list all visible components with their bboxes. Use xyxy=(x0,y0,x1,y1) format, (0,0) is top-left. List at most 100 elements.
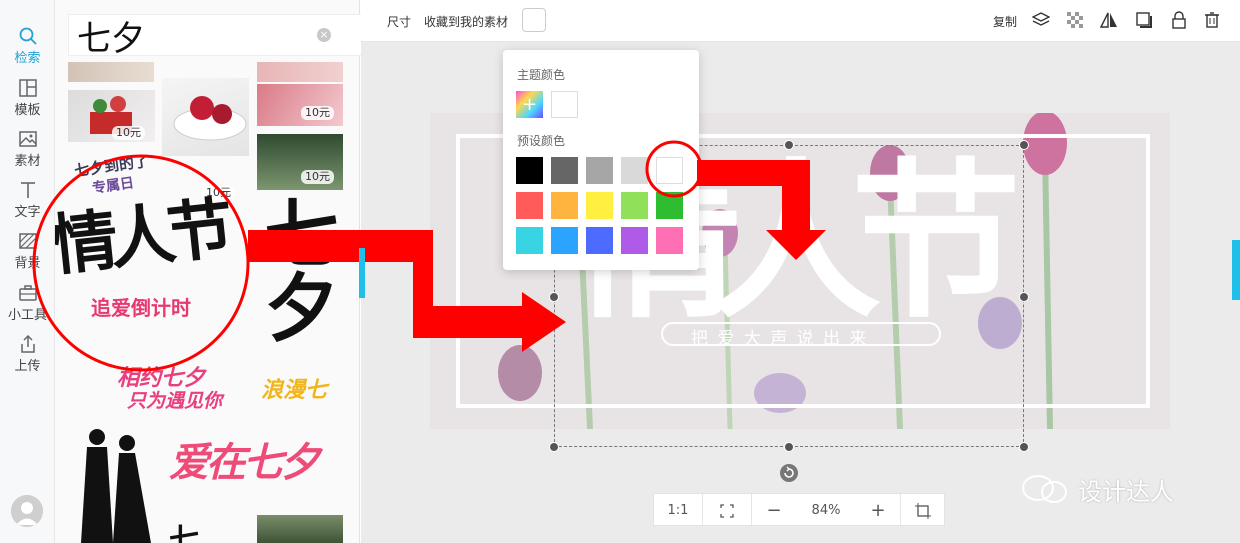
shadow-icon[interactable] xyxy=(1135,11,1153,29)
search-box: × xyxy=(68,14,398,56)
sticker-qixi-calligraphy[interactable]: 七夕 xyxy=(260,195,345,365)
clear-search-icon[interactable]: × xyxy=(317,28,331,42)
nav-label-search: 检索 xyxy=(14,51,41,66)
lock-icon[interactable] xyxy=(1170,11,1188,29)
nav-item-background[interactable]: 背景 xyxy=(0,231,55,279)
nav-item-templates[interactable]: 模板 xyxy=(0,78,55,126)
transparency-icon[interactable] xyxy=(1066,11,1084,29)
nav-label-background: 背景 xyxy=(14,256,41,271)
asset-thumb[interactable]: 10元 xyxy=(257,134,343,190)
price-tag: 10元 xyxy=(301,170,334,184)
preset-color-swatch[interactable] xyxy=(551,192,578,219)
fit-screen-button[interactable] xyxy=(703,494,751,527)
sticker-text: 追爱倒计时 xyxy=(91,296,191,320)
sticker-love-qixi[interactable]: 爱在七夕 xyxy=(163,420,353,510)
theme-colors-title: 主题颜色 xyxy=(517,68,566,82)
resize-handle[interactable] xyxy=(549,442,559,452)
nav-item-tools[interactable]: 小工具 xyxy=(0,283,55,331)
nav-label-upload: 上传 xyxy=(14,359,41,374)
nav-item-materials[interactable]: 素材 xyxy=(0,129,55,177)
watermark-text: 设计达人 xyxy=(1078,478,1174,506)
top-toolbar: 尺寸 收藏到我的素材 复制 xyxy=(361,0,1240,42)
preset-color-swatch[interactable] xyxy=(516,192,543,219)
upload-icon xyxy=(20,334,35,353)
background-icon xyxy=(18,233,37,249)
preset-color-swatch[interactable] xyxy=(621,192,648,219)
nav-item-upload[interactable]: 上传 xyxy=(0,334,55,382)
avatar[interactable] xyxy=(11,495,43,527)
preset-color-swatch[interactable] xyxy=(621,157,648,184)
add-theme-color-button[interactable]: + xyxy=(516,91,543,118)
favorite-button[interactable]: 收藏到我的素材 xyxy=(424,13,508,30)
sticker-meet-qixi[interactable]: 相约七夕 只为遇见你 xyxy=(67,360,247,416)
sticker-text: 只为遇见你 xyxy=(127,390,223,412)
sticker-text: 情人节 xyxy=(55,189,230,285)
asset-thumb[interactable]: 10元 xyxy=(257,84,343,126)
sticker-text: 爱在七夕 xyxy=(169,440,320,486)
preset-color-swatch[interactable] xyxy=(551,157,578,184)
resize-handle[interactable] xyxy=(1019,140,1029,150)
asset-panel: 10元 10元 10元 10元 七夕到的了 专属日 七夕 情人节 追爱倒计时 相… xyxy=(55,0,360,543)
preset-color-swatch[interactable] xyxy=(586,192,613,219)
theme-color-swatch[interactable] xyxy=(551,91,578,118)
resize-handle[interactable] xyxy=(1019,442,1029,452)
template-icon xyxy=(18,79,37,97)
preset-color-swatch[interactable] xyxy=(516,227,543,254)
resize-handle[interactable] xyxy=(549,292,559,302)
asset-thumb[interactable] xyxy=(257,62,343,82)
crop-icon xyxy=(915,503,931,519)
canvas-workspace: 情人节 把 爱 大 声 说 出 来 1:1 − 84% + xyxy=(361,42,1240,543)
asset-thumb[interactable]: 10元 xyxy=(68,90,155,142)
sticker-text: 浪漫七夕 xyxy=(261,378,328,403)
user-avatar-icon xyxy=(11,495,43,527)
preset-color-swatch[interactable] xyxy=(621,227,648,254)
nav-item-search[interactable]: 检索 xyxy=(0,26,55,74)
image-icon xyxy=(18,131,37,147)
roses-plate-icon xyxy=(173,96,247,141)
preset-color-swatch[interactable] xyxy=(656,157,683,184)
preset-color-swatch[interactable] xyxy=(551,227,578,254)
preset-color-swatch[interactable] xyxy=(586,227,613,254)
toolbox-icon xyxy=(18,285,37,301)
sticker-romantic-qixi[interactable]: 浪漫七夕 xyxy=(257,368,347,408)
couple-silhouette-icon xyxy=(81,429,151,543)
color-picker-button[interactable] xyxy=(522,8,546,32)
price-tag: 10元 xyxy=(301,106,334,120)
rotate-icon[interactable] xyxy=(779,463,799,483)
asset-thumb[interactable] xyxy=(162,78,249,156)
zoom-level: 84% xyxy=(811,503,841,518)
sticker-text: 七夕 xyxy=(260,195,338,343)
plus-icon: + xyxy=(521,94,538,115)
preset-color-swatch[interactable] xyxy=(656,227,683,254)
copy-button[interactable]: 复制 xyxy=(993,13,1017,30)
layers-icon[interactable] xyxy=(1032,11,1050,29)
size-button[interactable]: 尺寸 xyxy=(387,13,411,30)
search-input[interactable] xyxy=(77,17,307,53)
editor-app: 检索 模板 素材 文字 背景 小工具 上传 10元 10元 10元 10元 七夕… xyxy=(0,0,1240,543)
wechat-icon xyxy=(1022,475,1067,503)
flip-icon[interactable] xyxy=(1100,11,1118,29)
trash-icon[interactable] xyxy=(1203,11,1221,29)
sticker-valentines[interactable]: 情人节 追爱倒计时 xyxy=(55,166,247,336)
preset-color-swatch[interactable] xyxy=(586,157,613,184)
sticker-couple-silhouette[interactable] xyxy=(67,425,159,543)
resize-handle[interactable] xyxy=(1019,292,1029,302)
asset-thumb[interactable] xyxy=(257,515,343,543)
asset-thumb[interactable] xyxy=(68,62,154,82)
crop-button[interactable] xyxy=(901,494,945,527)
zoom-out-button[interactable]: − xyxy=(752,494,796,527)
color-picker-popup: 主题颜色 + 预设颜色 xyxy=(503,50,699,270)
text-icon xyxy=(20,182,35,198)
nav-label-materials: 素材 xyxy=(14,154,41,169)
price-tag: 10元 xyxy=(112,126,145,140)
zoom-1-to-1-button[interactable]: 1:1 xyxy=(654,494,702,527)
resize-handle[interactable] xyxy=(784,442,794,452)
sticker-partial[interactable]: 七 xyxy=(163,515,253,543)
preset-colors-title: 预设颜色 xyxy=(517,134,566,148)
preset-color-swatch[interactable] xyxy=(516,157,543,184)
zoom-bar: 1:1 − 84% + xyxy=(653,493,945,527)
zoom-in-button[interactable]: + xyxy=(856,494,900,527)
nav-item-text[interactable]: 文字 xyxy=(0,180,55,228)
resize-handle[interactable] xyxy=(784,140,794,150)
preset-color-swatch[interactable] xyxy=(656,192,683,219)
